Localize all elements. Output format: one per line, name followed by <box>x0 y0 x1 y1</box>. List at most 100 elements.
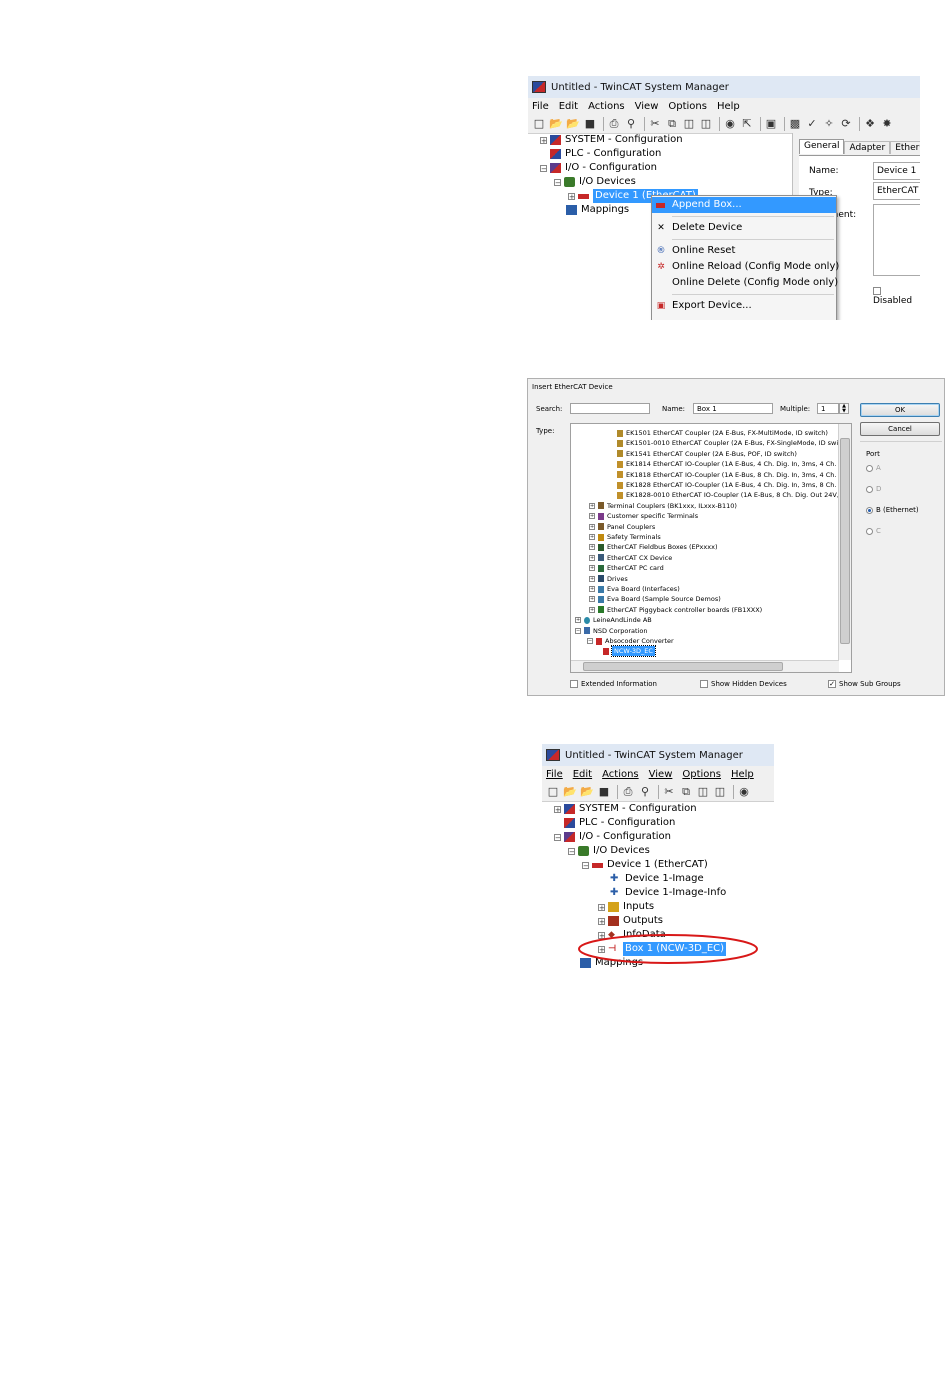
extended-info-checkbox[interactable]: Extended Information <box>570 680 657 688</box>
tree-item-io[interactable]: − I/O - Configuration <box>554 830 671 844</box>
expand-icon[interactable]: + <box>598 917 605 925</box>
horizontal-scrollbar[interactable] <box>571 660 839 672</box>
tree-item-device-image[interactable]: ✚ Device 1-Image <box>610 872 704 886</box>
open-folder-icon[interactable]: 📂 <box>566 117 580 131</box>
port-option-c[interactable]: C <box>866 527 881 535</box>
menu-actions[interactable]: Actions <box>602 769 639 780</box>
find-icon[interactable]: ◉ <box>723 117 737 131</box>
type-list-item[interactable]: EK1818 EtherCAT IO-Coupler (1A E-Bus, 8 … <box>617 470 845 480</box>
type-list-item[interactable]: − NSD Corporation <box>575 626 647 636</box>
collapse-icon[interactable]: − <box>554 833 561 841</box>
scrollbar-thumb[interactable] <box>840 438 850 644</box>
show-sub-groups-checkbox[interactable]: ✓ Show Sub Groups <box>828 680 901 688</box>
radio-icon[interactable] <box>866 485 873 493</box>
collapse-icon[interactable]: − <box>540 164 547 172</box>
collapse-icon[interactable]: − <box>568 847 575 855</box>
tree-item-device[interactable]: − Device 1 (EtherCAT) <box>582 858 708 872</box>
port-option-b[interactable]: B (Ethernet) <box>866 506 919 514</box>
open-folder-icon[interactable]: 📂 <box>580 785 594 799</box>
config-mode-icon[interactable]: ❖ <box>863 117 877 131</box>
paste-icon[interactable]: ◫ <box>696 785 710 799</box>
tree-item-outputs[interactable]: + Outputs <box>598 914 663 928</box>
print-preview-icon[interactable]: ⚲ <box>624 117 638 131</box>
collapse-icon[interactable]: − <box>554 178 561 186</box>
expand-icon[interactable]: + <box>589 554 595 561</box>
show-hidden-checkbox[interactable]: Show Hidden Devices <box>700 680 787 688</box>
new-file-icon[interactable]: □ <box>532 117 546 131</box>
collapse-icon[interactable]: − <box>582 861 589 869</box>
type-list-item[interactable]: + Customer specific Terminals <box>589 511 698 521</box>
copy-icon[interactable]: ⧉ <box>679 785 693 799</box>
comment-field[interactable] <box>873 204 920 276</box>
menu-help[interactable]: Help <box>731 769 754 780</box>
new-file-icon[interactable]: □ <box>546 785 560 799</box>
print-icon[interactable]: ⎙ <box>607 117 621 131</box>
radio-selected-icon[interactable] <box>866 506 873 514</box>
tree-item-mappings[interactable]: Mappings <box>566 203 629 217</box>
copy-icon[interactable]: ⧉ <box>665 117 679 131</box>
type-list-item[interactable]: + Panel Couplers <box>589 522 655 532</box>
tab-adapter[interactable]: Adapter <box>844 141 891 154</box>
type-list-item[interactable]: + Safety Terminals <box>589 532 661 542</box>
menu-options[interactable]: Options <box>668 101 707 112</box>
tree-item-io-devices[interactable]: − I/O Devices <box>554 175 636 189</box>
multiple-input[interactable]: 1 <box>817 403 839 414</box>
cut-icon[interactable]: ✂ <box>662 785 676 799</box>
menu-item-export-device[interactable]: ▣ Export Device... <box>652 298 836 314</box>
expand-icon[interactable]: + <box>589 586 595 592</box>
expand-icon[interactable]: + <box>540 136 547 144</box>
type-list-item[interactable]: EK1501 EtherCAT Coupler (2A E-Bus, FX-Mu… <box>617 428 828 438</box>
expand-icon[interactable]: + <box>589 523 595 530</box>
expand-icon[interactable]: + <box>554 805 561 813</box>
radio-icon[interactable] <box>866 464 873 472</box>
type-list-item[interactable]: − Absocoder Converter <box>587 636 674 646</box>
menu-edit[interactable]: Edit <box>559 101 578 112</box>
disabled-checkbox[interactable]: Disabled <box>873 286 920 306</box>
scan-icon[interactable]: ✸ <box>880 117 894 131</box>
restart-icon[interactable]: ⟳ <box>839 117 853 131</box>
cut-icon[interactable]: ✂ <box>648 117 662 131</box>
tree-item-inputs[interactable]: + Inputs <box>598 900 654 914</box>
type-list-item[interactable]: EK1828-0010 EtherCAT IO-Coupler (1A E-Bu… <box>617 490 845 500</box>
type-list-item[interactable]: + Eva Board (Sample Source Demos) <box>589 594 721 604</box>
type-list-item[interactable]: + EtherCAT Fieldbus Boxes (EPxxxx) <box>589 542 717 552</box>
type-list-item[interactable]: + Drives <box>589 574 628 584</box>
tree-item-system[interactable]: + SYSTEM - Configuration <box>540 133 683 147</box>
collapse-icon[interactable]: − <box>575 627 581 634</box>
expand-icon[interactable]: + <box>589 534 595 540</box>
type-list-item[interactable]: + Terminal Couplers (BK1xxx, ILxxx-B110) <box>589 501 737 511</box>
tree-item-io-devices[interactable]: − I/O Devices <box>568 844 650 858</box>
save-icon[interactable]: ■ <box>583 117 597 131</box>
port-option-d[interactable]: D <box>866 485 881 493</box>
menu-item-online-reload[interactable]: ✲ Online Reload (Config Mode only) <box>652 259 839 275</box>
menu-item-delete-device[interactable]: ✕ Delete Device <box>652 220 836 236</box>
expand-icon[interactable]: + <box>568 192 575 200</box>
tree-item-system[interactable]: + SYSTEM - Configuration <box>554 802 697 816</box>
paste-icon[interactable]: ◫ <box>682 117 696 131</box>
tree-item-device-image-info[interactable]: ✚ Device 1-Image-Info <box>610 886 726 900</box>
menu-file[interactable]: File <box>546 769 563 780</box>
expand-icon[interactable]: + <box>589 544 595 551</box>
monitor-icon[interactable]: ▣ <box>764 117 778 131</box>
type-list-item[interactable]: + Eva Board (Interfaces) <box>589 584 680 594</box>
menu-item-online-reset[interactable]: ® Online Reset <box>652 243 836 259</box>
expand-icon[interactable]: + <box>589 513 595 520</box>
print-icon[interactable]: ⎙ <box>621 785 635 799</box>
checkbox-box[interactable] <box>873 286 881 295</box>
tree-item-plc[interactable]: PLC - Configuration <box>564 816 675 830</box>
name-field[interactable]: Device 1 (E <box>873 162 920 180</box>
type-list-item[interactable]: + EtherCAT PC card <box>589 563 664 573</box>
scrollbar-thumb[interactable] <box>583 662 783 671</box>
device-type-list[interactable]: EK1501 EtherCAT Coupler (2A E-Bus, FX-Mu… <box>570 423 852 673</box>
type-list-item[interactable]: EK1541 EtherCAT Coupler (2A E-Bus, POF, … <box>617 449 797 459</box>
open-folder-icon[interactable]: 📂 <box>549 117 563 131</box>
tab-ethercat[interactable]: EtherCAT <box>890 141 920 154</box>
type-list-item[interactable]: EK1814 EtherCAT IO-Coupler (1A E-Bus, 4 … <box>617 459 845 469</box>
vertical-scrollbar[interactable] <box>838 424 851 660</box>
type-list-item[interactable]: + EtherCAT CX Device <box>589 553 672 563</box>
menu-file[interactable]: File <box>532 101 549 112</box>
check-icon[interactable]: ✓ <box>805 117 819 131</box>
print-preview-icon[interactable]: ⚲ <box>638 785 652 799</box>
expand-icon[interactable]: + <box>589 596 595 603</box>
open-folder-icon[interactable]: 📂 <box>563 785 577 799</box>
